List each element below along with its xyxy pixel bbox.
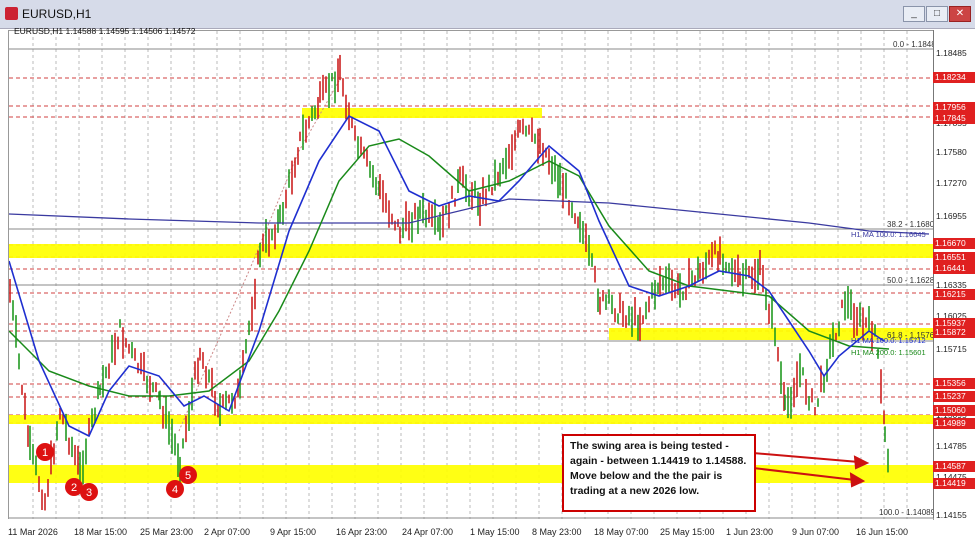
price-tick-label: 1.14155 bbox=[936, 510, 967, 520]
minimize-icon[interactable]: _ bbox=[903, 6, 925, 22]
symbol-info-line: EURUSD,H1 1.14588 1.14595 1.14506 1.1457… bbox=[14, 26, 196, 36]
time-tick-label: 18 Mar 15:00 bbox=[74, 527, 128, 537]
time-tick-label: 8 May 23:00 bbox=[532, 527, 582, 537]
time-tick-label: 16 Jun 15:00 bbox=[856, 527, 909, 537]
chart-canvas[interactable]: 1 2 3 4 5 0.0 - 1.18485 38.2 - 1.16806 5… bbox=[9, 31, 933, 519]
time-tick-label: 1 Jun 23:00 bbox=[726, 527, 774, 537]
time-tick-label: 2 Apr 07:00 bbox=[204, 527, 251, 537]
time-tick-label: 9 Jun 07:00 bbox=[792, 527, 840, 537]
window-titlebar: EURUSD,H1 _ □ ✕ bbox=[0, 0, 975, 29]
fib-0-label: 0.0 - 1.18485 bbox=[893, 40, 933, 49]
time-tick-label: 11 Mar 2026 bbox=[8, 527, 58, 537]
price-level-badge: 1.14989 bbox=[933, 418, 975, 429]
resistance-zone-mid bbox=[9, 244, 933, 258]
price-level-badge: 1.16551 bbox=[933, 252, 975, 263]
swing-area-zone bbox=[9, 465, 933, 483]
annotation-box: The swing area is being tested - again -… bbox=[562, 434, 756, 512]
price-level-badge: 1.15237 bbox=[933, 391, 975, 402]
close-icon[interactable]: ✕ bbox=[949, 6, 971, 22]
time-tick-label: 1 May 15:00 bbox=[470, 527, 520, 537]
price-chart[interactable]: 1 2 3 4 5 0.0 - 1.18485 38.2 - 1.16806 5… bbox=[8, 30, 934, 520]
ma-label-3: H1 MA 200.0: 1.15601 bbox=[851, 348, 926, 357]
price-level-badge: 1.18234 bbox=[933, 72, 975, 83]
price-tick-label: 1.18485 bbox=[936, 48, 967, 58]
price-tick-label: 1.14785 bbox=[936, 441, 967, 451]
price-level-badge: 1.17845 bbox=[933, 113, 975, 124]
ma-label-1: H1 MA 100.0: 1.16645 bbox=[851, 230, 926, 239]
price-level-badge: 1.14419 bbox=[933, 478, 975, 489]
price-level-badge: 1.14587 bbox=[933, 461, 975, 472]
maximize-icon[interactable]: □ bbox=[926, 6, 948, 22]
time-tick-label: 24 Apr 07:00 bbox=[402, 527, 454, 537]
price-level-badge: 1.17956 bbox=[933, 102, 975, 113]
price-level-badge: 1.15060 bbox=[933, 405, 975, 416]
price-tick-label: 1.17580 bbox=[936, 147, 967, 157]
swing-marker-2: 2 bbox=[71, 482, 77, 494]
price-tick-label: 1.16955 bbox=[936, 211, 967, 221]
fib-382-label: 38.2 - 1.16806 bbox=[887, 220, 933, 229]
swing-marker-3: 3 bbox=[86, 487, 92, 499]
resistance-zone-top bbox=[302, 108, 542, 118]
price-level-badge: 1.15872 bbox=[933, 327, 975, 338]
price-level-badge: 1.16670 bbox=[933, 238, 975, 249]
price-level-badge: 1.16215 bbox=[933, 289, 975, 300]
time-tick-label: 16 Apr 23:00 bbox=[336, 527, 388, 537]
fib-50-label: 50.0 - 1.16287 bbox=[887, 276, 933, 285]
window-title: EURUSD,H1 bbox=[22, 7, 92, 21]
time-tick-label: 25 Mar 23:00 bbox=[140, 527, 194, 537]
swing-marker-5: 5 bbox=[185, 470, 191, 482]
price-tick-label: 1.17270 bbox=[936, 178, 967, 188]
swing-marker-4: 4 bbox=[172, 484, 178, 496]
fib-100-label: 100.0 - 1.14089 bbox=[879, 508, 933, 517]
ma-label-2: H1 MA 100.0: 1.15712 bbox=[851, 336, 926, 345]
price-level-badge: 1.16441 bbox=[933, 263, 975, 274]
time-tick-label: 25 May 15:00 bbox=[660, 527, 715, 537]
price-level-badge: 1.15356 bbox=[933, 378, 975, 389]
swing-marker-1: 1 bbox=[42, 447, 48, 459]
zone-1-1500 bbox=[9, 415, 933, 424]
time-tick-label: 9 Apr 15:00 bbox=[270, 527, 317, 537]
time-tick-label: 18 May 07:00 bbox=[594, 527, 649, 537]
chart-window-icon bbox=[5, 7, 18, 20]
price-tick-label: 1.15715 bbox=[936, 344, 967, 354]
